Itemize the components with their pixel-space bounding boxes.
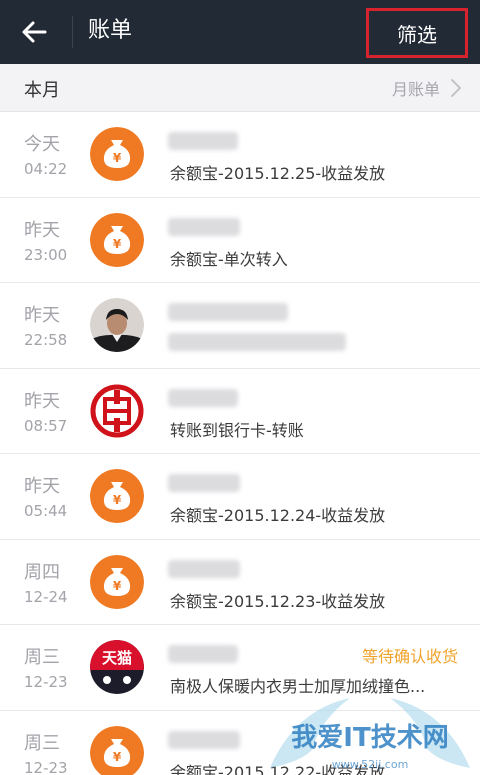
counterparty-name-redacted (168, 388, 238, 407)
monthly-bill-link[interactable]: 月账单 (392, 72, 462, 104)
transaction-time: 12-24 (24, 587, 68, 606)
transaction-description: 余额宝-2015.12.24-收益发放 (170, 506, 386, 525)
transaction-time: 04:22 (24, 160, 68, 178)
transaction-day: 昨天 (24, 305, 60, 326)
svg-text:¥: ¥ (113, 151, 122, 165)
transaction-description: 转账到银行卡-转账 (170, 420, 304, 440)
transaction-time: 22:58 (24, 331, 68, 349)
filter-button[interactable]: 筛选 (366, 8, 468, 58)
svg-text:天猫: 天猫 (102, 649, 132, 667)
money-bag-icon: ¥ (90, 554, 144, 609)
transaction-day: 昨天 (24, 390, 60, 412)
site-watermark-logo: 我爱IT技术网 www.52ij.com (270, 698, 470, 771)
svg-text:我爱IT技术网: 我爱IT技术网 (291, 723, 448, 753)
transaction-day: 周三 (24, 647, 60, 668)
money-bag-icon: ¥ (90, 469, 144, 523)
user-photo-avatar (90, 298, 144, 352)
transaction-time: 12-23 (24, 758, 68, 775)
page-title: 账单 (88, 18, 133, 43)
merchant-name-redacted (168, 645, 238, 663)
svg-text:¥: ¥ (113, 493, 122, 507)
transaction-day: 周四 (24, 561, 60, 583)
transaction-row[interactable]: 昨天 23:00 ¥ 余额宝-单次转入 (0, 197, 480, 283)
month-section-header: 本月 月账单 (0, 64, 480, 112)
transaction-row[interactable]: 今天 04:22 ¥ 余额宝-2015.12.25-收益发放 (0, 112, 480, 198)
transaction-day: 今天 (24, 134, 60, 155)
counterparty-name-redacted (168, 217, 240, 236)
month-label: 本月 (24, 80, 60, 101)
transaction-row[interactable]: 昨天 08:57 转账到银行卡-转账 (0, 368, 480, 454)
transaction-description: 余额宝-2015.12.25-收益发放 (170, 164, 386, 183)
svg-text:¥: ¥ (113, 237, 122, 251)
money-bag-icon: ¥ (90, 127, 144, 181)
transaction-time: 12-23 (24, 673, 68, 691)
transaction-day: 周三 (24, 732, 60, 754)
description-redacted (168, 333, 346, 351)
chevron-right-icon (451, 79, 462, 97)
back-button[interactable] (12, 12, 56, 52)
counterparty-name-redacted (168, 303, 288, 321)
svg-text:¥: ¥ (113, 750, 122, 764)
top-navigation-bar: 账单 筛选 (0, 0, 480, 64)
transaction-list: 今天 04:22 ¥ 余额宝-2015.12.25-收益发放 昨天 23:00 … (0, 112, 480, 775)
transaction-row[interactable]: 昨天 05:44 ¥ 余额宝-2015.12.24-收益发放 (0, 454, 480, 540)
svg-text:¥: ¥ (113, 579, 122, 593)
transaction-time: 08:57 (24, 416, 68, 435)
transaction-time: 05:44 (24, 502, 68, 520)
transaction-description: 余额宝-2015.12.23-收益发放 (170, 591, 386, 611)
transaction-description: 余额宝-单次转入 (170, 249, 288, 269)
transaction-time: 23:00 (24, 245, 68, 264)
tmall-logo-icon: 天猫 (90, 640, 144, 694)
money-bag-icon: ¥ (90, 725, 144, 775)
transaction-day: 昨天 (24, 219, 60, 241)
transaction-row[interactable]: 昨天 22:58 (0, 283, 480, 369)
order-status-label: 等待确认收货 (361, 647, 458, 666)
transaction-row[interactable]: 周四 12-24 ¥ 余额宝-2015.12.23-收益发放 (0, 539, 480, 625)
amount-redacted (168, 474, 240, 492)
money-bag-icon: ¥ (90, 212, 144, 267)
monthly-bill-label: 月账单 (391, 80, 440, 99)
counterparty-name-redacted (168, 730, 240, 749)
svg-text:www.52ij.com: www.52ij.com (332, 758, 409, 771)
bank-logo-icon (90, 383, 144, 438)
counterparty-name-redacted (168, 132, 238, 150)
back-arrow-icon (22, 21, 47, 43)
header-divider (72, 16, 73, 48)
transaction-day: 昨天 (24, 476, 60, 497)
counterparty-name-redacted (168, 559, 240, 578)
